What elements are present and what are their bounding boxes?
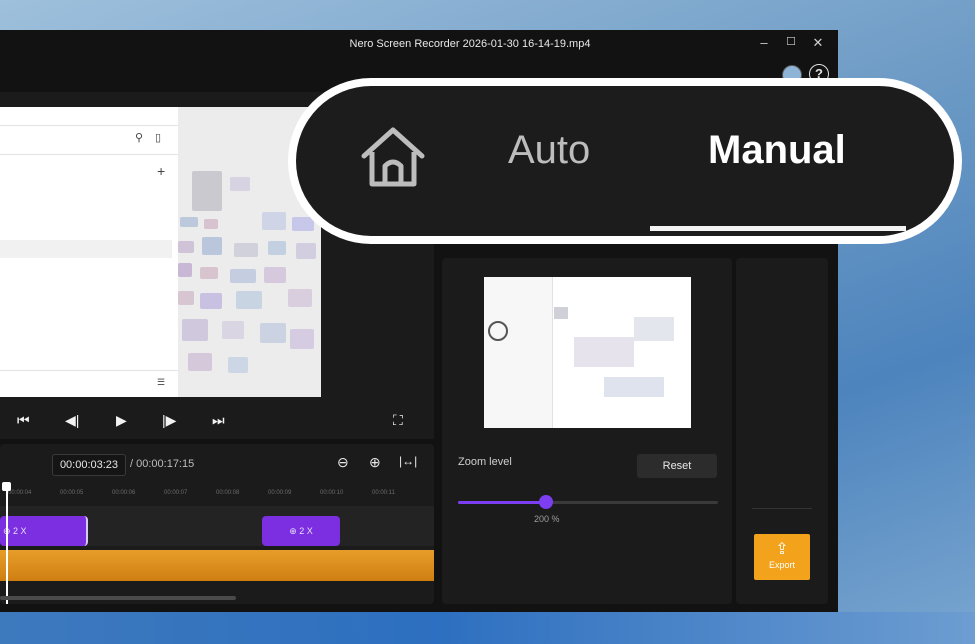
reset-button[interactable]: Reset <box>637 454 717 478</box>
audio-track[interactable] <box>0 550 434 581</box>
playback-controls: ⏮ ◀︎| ▶ |▶︎ ⏭ ⛶ <box>0 404 434 439</box>
zoom-clip-label: 2 X <box>299 526 313 536</box>
ruler-label: 00:00:06 <box>112 490 136 496</box>
title-bar: Nero Screen Recorder 2026-01-30 16-14-19… <box>0 30 838 58</box>
time-ruler: 00:00:04 00:00:05 00:00:06 00:00:07 00:0… <box>0 478 434 500</box>
zoom-clip-icon: ⊕ <box>289 526 300 536</box>
total-duration: / 00:00:17:15 <box>130 458 195 470</box>
play-icon[interactable]: ▶ <box>116 412 127 429</box>
zoom-in-icon[interactable]: ⊕ <box>369 454 381 471</box>
zoom-clip[interactable]: ⊕ 2 X <box>0 516 88 546</box>
tab-manual[interactable]: Manual <box>708 128 846 173</box>
ruler-label: 00:00:10 <box>320 490 344 496</box>
mode-tabs: Auto Manual <box>296 86 954 236</box>
add-icon: + <box>157 163 166 179</box>
export-button[interactable]: ⇪ Export <box>754 534 810 580</box>
maximize-icon[interactable]: ☐ <box>783 35 799 48</box>
current-time-field[interactable]: 00:00:03:23 <box>52 454 126 476</box>
selected-row <box>0 240 172 258</box>
ruler-label: 00:00:04 <box>8 490 32 496</box>
divider <box>0 125 178 126</box>
ruler-label: 00:00:09 <box>268 490 292 496</box>
ruler-label: 00:00:07 <box>164 490 188 496</box>
fit-timeline-icon[interactable]: |↔| <box>399 454 417 468</box>
zoom-slider[interactable] <box>458 495 718 509</box>
zoom-slider-fill <box>458 501 547 504</box>
step-forward-icon[interactable]: |▶︎ <box>162 412 176 429</box>
zoom-level-label: Zoom level <box>458 456 512 468</box>
zoom-preview-thumbnail[interactable] <box>484 277 691 428</box>
timeline-panel: 00:00:03:23 / 00:00:17:15 ⊖ ⊕ |↔| 00:00:… <box>0 444 434 604</box>
recording-preview: ⚲ ▯ + ☰ <box>0 107 178 397</box>
playhead-handle[interactable] <box>2 482 11 491</box>
close-icon[interactable]: ✕ <box>810 35 826 51</box>
ruler-label: 00:00:11 <box>372 490 395 496</box>
zoom-slider-handle[interactable] <box>539 495 554 509</box>
desktop-wallpaper <box>0 612 975 644</box>
list-icon: ☰ <box>157 377 166 387</box>
home-icon[interactable] <box>358 122 428 192</box>
zoom-value: 200 % <box>534 514 560 524</box>
active-tab-indicator <box>650 226 906 231</box>
mode-tabs-callout: Auto Manual <box>288 78 962 244</box>
tab-auto[interactable]: Auto <box>508 128 590 173</box>
divider <box>752 508 812 509</box>
minimize-icon[interactable]: – <box>756 35 772 50</box>
divider <box>0 154 178 155</box>
window-title: Nero Screen Recorder 2026-01-30 16-14-19… <box>349 38 591 50</box>
playhead[interactable] <box>6 484 8 604</box>
ruler-label: 00:00:08 <box>216 490 240 496</box>
ruler-label: 00:00:05 <box>60 490 84 496</box>
upload-icon: ⇪ <box>775 541 789 558</box>
step-back-icon[interactable]: ◀︎| <box>65 412 79 429</box>
skip-start-icon[interactable]: ⏮ <box>17 412 30 429</box>
timeline-scrollbar[interactable] <box>0 596 236 600</box>
export-label: Export <box>768 560 795 570</box>
zoom-clip-label: 2 X <box>13 526 27 536</box>
panel-icon: ▯ <box>155 132 162 144</box>
skip-end-icon[interactable]: ⏭ <box>212 412 225 429</box>
zoom-clip[interactable]: ⊕ 2 X <box>262 516 340 546</box>
fullscreen-icon[interactable]: ⛶ <box>393 412 403 429</box>
search-icon: ⚲ <box>135 132 144 144</box>
zoom-settings-panel: Zoom level Reset 200 % <box>442 258 732 604</box>
export-column: ⇪ Export <box>736 258 828 604</box>
divider <box>0 370 178 371</box>
zoom-out-icon[interactable]: ⊖ <box>337 454 349 471</box>
